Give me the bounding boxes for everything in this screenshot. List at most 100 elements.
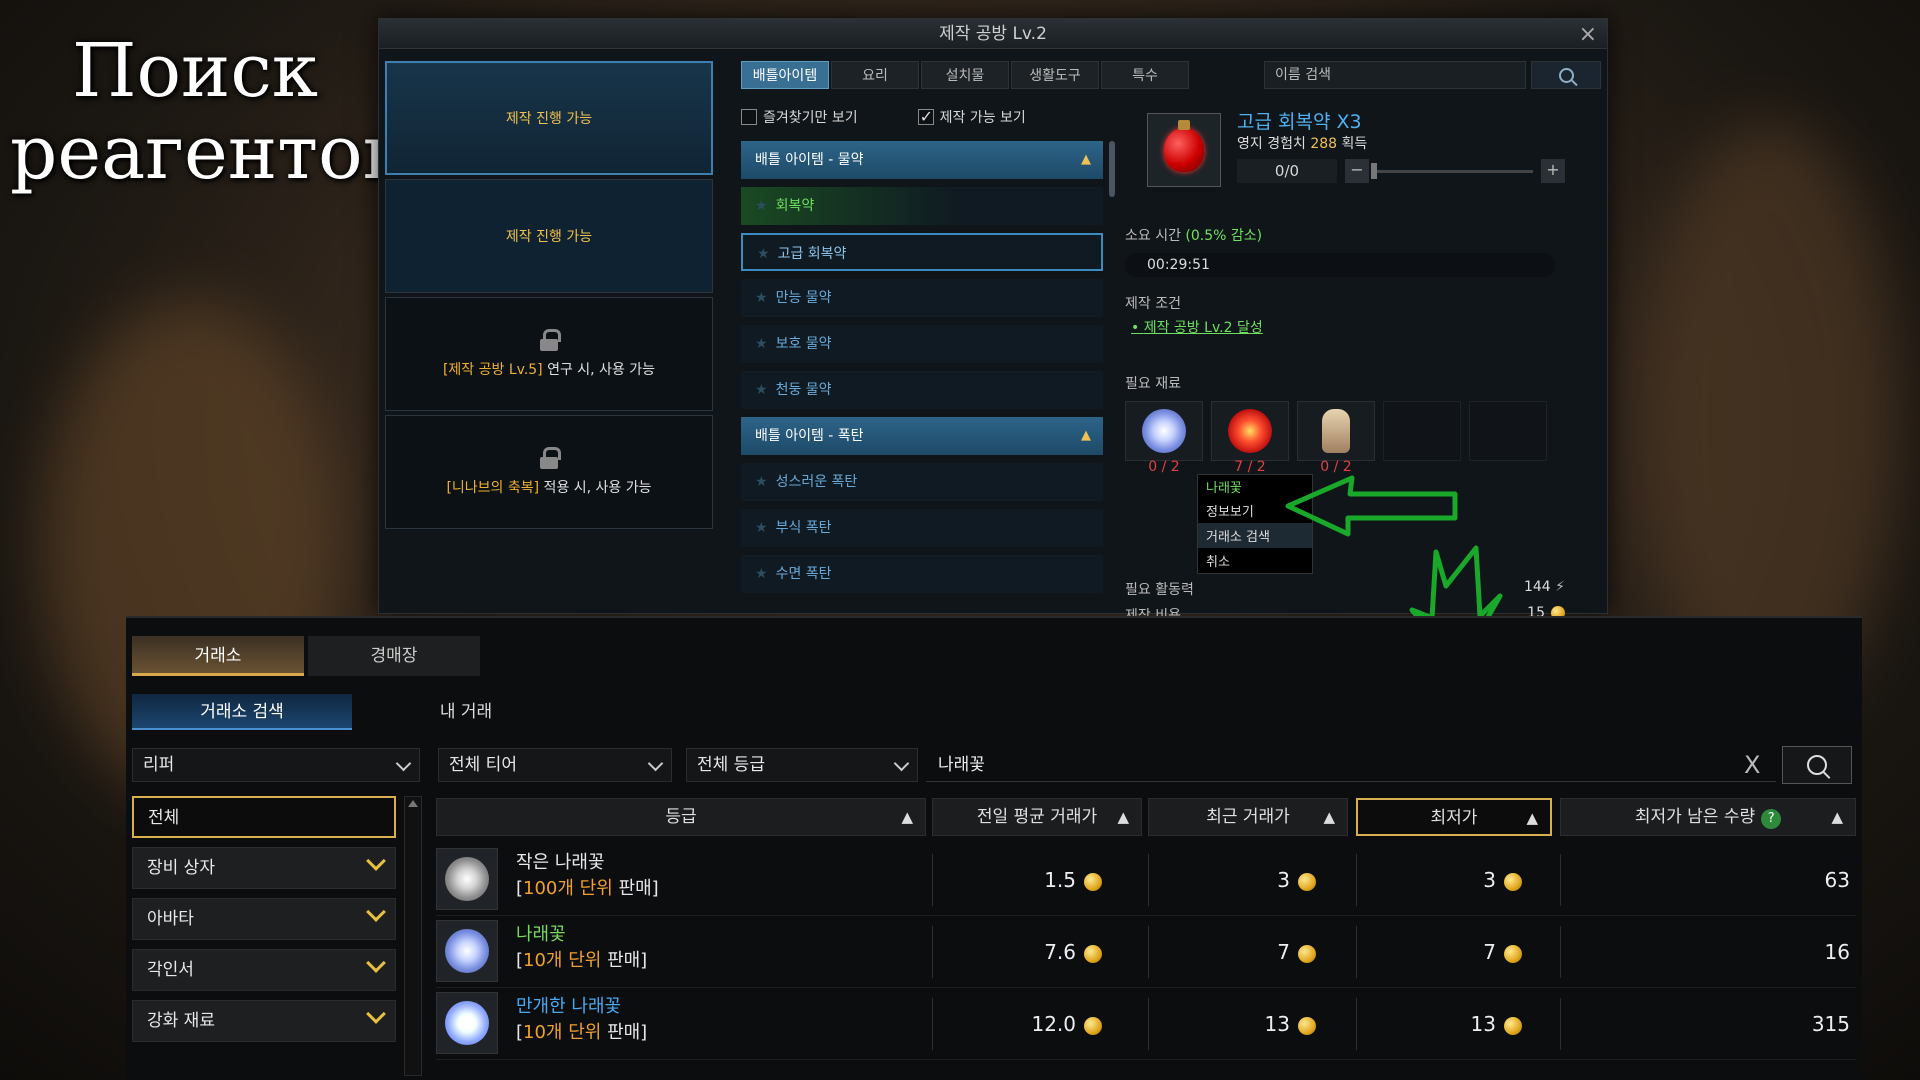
- material-slot[interactable]: [1211, 401, 1289, 461]
- menu-item-info[interactable]: 정보보기: [1198, 498, 1312, 523]
- search-button[interactable]: [1531, 61, 1601, 89]
- favorites-checkbox[interactable]: 즐겨찾기만 보기: [741, 107, 858, 127]
- collapse-icon: ▲: [1081, 428, 1091, 443]
- lowest-price-cell: 7: [1356, 916, 1522, 988]
- exp-reward: 영지 경험치 288 획득: [1237, 133, 1367, 153]
- sort-icon: ▲: [1117, 808, 1129, 826]
- chevron-down-icon: [395, 755, 412, 772]
- item-icon: [1147, 113, 1221, 187]
- material-slot[interactable]: [1297, 401, 1375, 461]
- condition-label: 제작 조건: [1125, 296, 1181, 312]
- material-slot-empty: [1469, 401, 1547, 461]
- sort-icon: ▲: [1526, 809, 1538, 827]
- category-header-potions[interactable]: 배틀 아이템 - 물약 ▲: [741, 141, 1103, 179]
- menu-item-market-search[interactable]: 거래소 검색: [1198, 523, 1312, 548]
- star-icon: ★: [755, 336, 768, 352]
- category-all[interactable]: 전체: [132, 796, 396, 838]
- sale-unit: 10개 단위: [523, 950, 602, 971]
- dropdown-value: 리퍼: [143, 755, 175, 775]
- lowest-price: 3: [1483, 868, 1496, 892]
- grade-dropdown[interactable]: 전체 등급: [686, 748, 918, 782]
- recipe-item[interactable]: ★ 성스러운 폭탄: [741, 463, 1103, 501]
- tab-marketplace[interactable]: 거래소: [132, 636, 304, 676]
- recipe-label: 성스러운 폭탄: [775, 474, 858, 490]
- help-icon[interactable]: ?: [1761, 809, 1782, 829]
- craftable-checkbox[interactable]: 제작 가능 보기: [917, 107, 1026, 127]
- close-icon[interactable]: ×: [1579, 22, 1597, 47]
- quantity-field[interactable]: 0/0: [1237, 159, 1337, 183]
- quantity-slider[interactable]: [1373, 170, 1533, 173]
- header-lowest-price[interactable]: 최저가 ▲: [1356, 798, 1552, 836]
- category-label: 아바타: [147, 909, 194, 929]
- header-label: 최저가 남은 수량: [1634, 807, 1756, 827]
- table-row[interactable]: 만개한 나래꽃 [10개 단위 판매] 12.0 13 13 315: [436, 988, 1856, 1060]
- clear-icon[interactable]: X: [1744, 748, 1760, 782]
- category-label: 전체: [148, 808, 180, 828]
- materials: [1125, 401, 1547, 461]
- crafting-window: 제작 공방 Lv.2 × 제작 진행 가능 제작 진행 가능 [제작 공방 Lv…: [378, 18, 1608, 624]
- list-scrollbar[interactable]: [1109, 141, 1115, 197]
- recipe-label: 고급 회복약: [777, 246, 847, 262]
- sale-unit: 100개 단위: [523, 878, 613, 899]
- header-recent-price[interactable]: 최근 거래가 ▲: [1148, 798, 1348, 836]
- craft-slot[interactable]: 제작 진행 가능: [385, 179, 713, 293]
- energy-value: 144 ⚡: [1524, 579, 1565, 595]
- avg-price: 12.0: [1031, 1012, 1076, 1036]
- tab-battle-items[interactable]: 배틀아이템: [741, 61, 829, 89]
- star-icon: ★: [755, 290, 768, 306]
- category-avatar[interactable]: 아바타: [132, 898, 396, 940]
- recipe-item[interactable]: ★ 만능 물약: [741, 279, 1103, 317]
- header-avg-price[interactable]: 전일 평균 거래가 ▲: [932, 798, 1142, 836]
- recipe-item[interactable]: ★ 회복약: [741, 187, 1103, 225]
- tab-cooking[interactable]: 요리: [831, 61, 919, 89]
- tab-special[interactable]: 특수: [1101, 61, 1189, 89]
- star-icon: ★: [755, 382, 768, 398]
- star-icon: ★: [755, 566, 768, 582]
- remaining-cell: 16: [1824, 940, 1850, 964]
- category-enhance-materials[interactable]: 강화 재료: [132, 1000, 396, 1042]
- category-scrollbar[interactable]: [404, 796, 422, 1076]
- tab-installations[interactable]: 설치물: [921, 61, 1009, 89]
- exp-suffix: 획득: [1337, 136, 1368, 152]
- name-search-input[interactable]: 이름 검색: [1264, 61, 1526, 89]
- plus-button[interactable]: +: [1541, 159, 1565, 183]
- category-engravings[interactable]: 각인서: [132, 949, 396, 991]
- market-search-input[interactable]: 나래꽃: [926, 748, 1776, 782]
- recipe-item[interactable]: ★ 보호 물약: [741, 325, 1103, 363]
- table-row[interactable]: 작은 나래꽃 [100개 단위 판매] 1.5 3 3 63: [436, 844, 1856, 916]
- recipe-item[interactable]: ★ 수면 폭탄: [741, 555, 1103, 593]
- subtab-market-search[interactable]: 거래소 검색: [132, 694, 352, 730]
- slider-thumb[interactable]: [1371, 163, 1377, 179]
- table-row[interactable]: 나래꽃 [10개 단위 판매] 7.6 7 7 16: [436, 916, 1856, 988]
- blue-flower-icon: [1142, 409, 1186, 453]
- recipe-item[interactable]: ★ 부식 폭탄: [741, 509, 1103, 547]
- recent-price-cell: 13: [1148, 988, 1316, 1060]
- category-header-bombs[interactable]: 배틀 아이템 - 폭탄 ▲: [741, 417, 1103, 455]
- tier-dropdown[interactable]: 전체 티어: [438, 748, 672, 782]
- gold-coin-icon: [1298, 944, 1316, 963]
- header-grade[interactable]: 등급 ▲: [436, 798, 926, 836]
- subtab-my-trades[interactable]: 내 거래: [356, 694, 576, 730]
- tab-auction[interactable]: 경매장: [308, 636, 480, 676]
- recipe-item-selected[interactable]: ★ 고급 회복약: [741, 233, 1103, 271]
- lock-icon: [540, 447, 561, 469]
- menu-item-cancel[interactable]: 취소: [1198, 548, 1312, 573]
- market-search-button[interactable]: [1782, 746, 1852, 784]
- chevron-down-icon: [366, 1004, 386, 1024]
- item-name-cell: 만개한 나래꽃 [10개 단위 판매]: [516, 996, 648, 1043]
- craft-slot[interactable]: 제작 진행 가능: [385, 61, 713, 175]
- tab-life-tools[interactable]: 생활도구: [1011, 61, 1099, 89]
- minus-button[interactable]: −: [1345, 159, 1369, 183]
- class-dropdown[interactable]: 리퍼: [132, 748, 420, 782]
- sort-icon: ▲: [1831, 808, 1843, 826]
- material-slot[interactable]: [1125, 401, 1203, 461]
- avg-price: 1.5: [1044, 868, 1076, 892]
- category-equipment-box[interactable]: 장비 상자: [132, 847, 396, 889]
- gold-coin-icon: [1504, 944, 1522, 963]
- condition-link[interactable]: • 제작 공방 Lv.2 달성: [1131, 317, 1263, 337]
- mushroom-icon: [1322, 409, 1350, 453]
- star-icon: ★: [755, 198, 768, 214]
- header-label: 최근 거래가: [1206, 807, 1290, 827]
- recipe-item[interactable]: ★ 천둥 물약: [741, 371, 1103, 409]
- header-remaining[interactable]: 최저가 남은 수량? ▲: [1560, 798, 1856, 836]
